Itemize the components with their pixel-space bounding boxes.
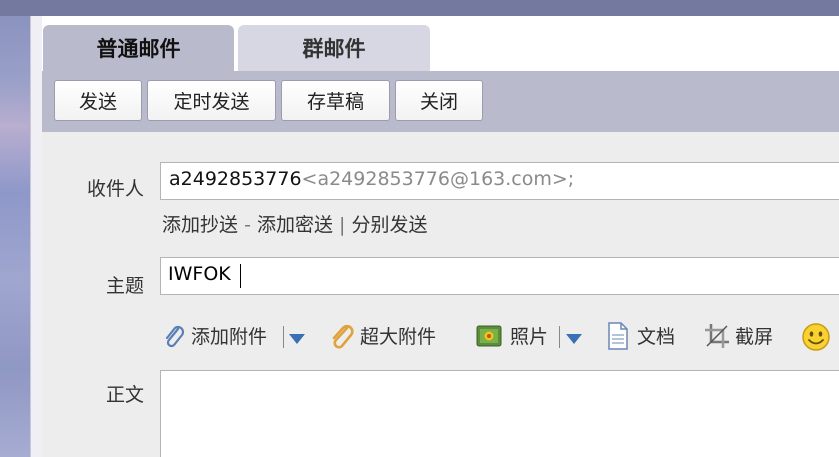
attachment-divider [283, 326, 284, 348]
photo-link[interactable]: 照片 [510, 322, 548, 349]
text-caret [240, 264, 241, 288]
photo-icon[interactable] [476, 324, 502, 348]
body-editor[interactable] [160, 370, 839, 457]
save-draft-button[interactable]: 存草稿 [281, 80, 390, 121]
subject-label: 主题 [105, 275, 144, 297]
large-paperclip-icon[interactable] [330, 324, 354, 350]
send-button[interactable]: 发送 [54, 80, 142, 121]
separator-dash: - [244, 214, 251, 236]
emoji-icon[interactable] [801, 322, 831, 352]
attachment-dropdown-icon[interactable] [289, 334, 305, 344]
window-top-bar [0, 0, 839, 16]
body-label: 正文 [105, 384, 144, 406]
recipient-address: <a2492853776@163.com>; [301, 168, 575, 190]
to-label: 收件人 [86, 178, 144, 200]
screenshot-icon[interactable] [703, 322, 731, 350]
add-attachment-link[interactable]: 添加附件 [191, 322, 267, 349]
separate-send-link[interactable]: 分别发送 [351, 214, 427, 236]
large-attachment-link[interactable]: 超大附件 [360, 322, 436, 349]
document-icon[interactable] [606, 322, 630, 350]
recipient-name: a2492853776 [169, 168, 302, 190]
close-button[interactable]: 关闭 [395, 80, 483, 121]
photo-dropdown-icon[interactable] [566, 334, 582, 344]
document-link[interactable]: 文档 [637, 322, 675, 349]
paperclip-icon[interactable] [162, 324, 186, 350]
recipient-chip[interactable]: a2492853776<a2492853776@163.com>; [169, 168, 574, 190]
photo-divider [559, 326, 560, 348]
scheduled-send-button[interactable]: 定时发送 [147, 80, 276, 121]
subject-value: IWFOK [168, 263, 231, 285]
subject-input[interactable] [160, 257, 839, 295]
separator-pipe: | [339, 214, 346, 236]
add-bcc-link[interactable]: 添加密送 [257, 214, 333, 236]
add-cc-link[interactable]: 添加抄送 [162, 214, 238, 236]
tab-group-mail[interactable]: 群邮件 [238, 25, 430, 71]
recipient-options: 添加抄送 - 添加密送 | 分别发送 [162, 210, 428, 237]
tab-normal-mail[interactable]: 普通邮件 [43, 25, 234, 71]
screenshot-link[interactable]: 截屏 [735, 322, 773, 349]
background-left-strip [0, 16, 30, 457]
